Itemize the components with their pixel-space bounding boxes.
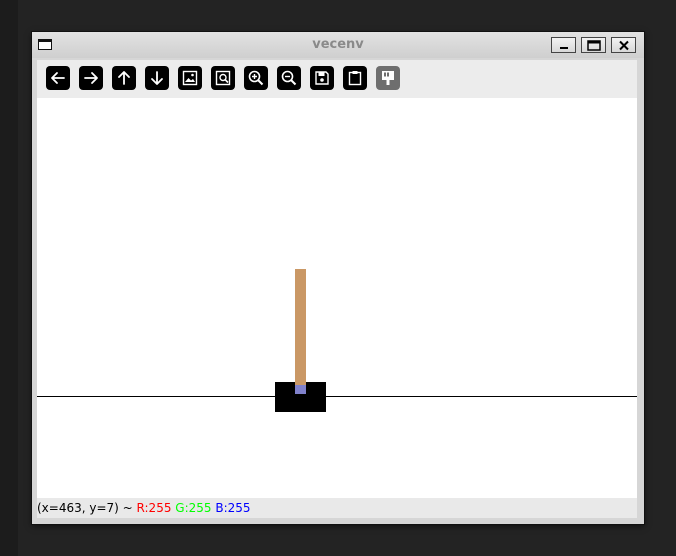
render-canvas[interactable] <box>37 98 637 498</box>
properties-icon <box>382 71 394 85</box>
pan-down-button[interactable] <box>145 66 169 90</box>
axle <box>295 385 306 394</box>
save-button[interactable] <box>310 66 334 90</box>
status-bar: (x=463, y=7) ~ R:255 G:255 B:255 <box>37 498 637 518</box>
properties-button[interactable] <box>376 66 400 90</box>
zoom-out-button[interactable] <box>277 66 301 90</box>
clipboard-icon <box>348 71 362 86</box>
arrow-down-icon <box>151 71 163 85</box>
status-red: R:255 <box>136 501 172 515</box>
copy-to-clipboard-button[interactable] <box>343 66 367 90</box>
minimize-button[interactable] <box>551 37 576 53</box>
zoom-in-button[interactable] <box>244 66 268 90</box>
arrow-left-icon <box>51 72 65 84</box>
status-blue: B:255 <box>215 501 251 515</box>
zoom-in-icon <box>248 70 264 86</box>
save-icon <box>315 71 329 85</box>
image-button[interactable] <box>178 66 202 90</box>
maximize-icon <box>586 39 601 51</box>
pan-left-button[interactable] <box>46 66 70 90</box>
pan-up-button[interactable] <box>112 66 136 90</box>
zoom-to-fit-icon <box>215 70 231 86</box>
track-line <box>37 396 637 397</box>
maximize-button[interactable] <box>581 37 606 53</box>
close-button[interactable] <box>611 37 636 53</box>
status-green: G:255 <box>175 501 212 515</box>
minimize-icon <box>559 47 568 49</box>
zoom-out-icon <box>281 70 297 86</box>
pan-right-button[interactable] <box>79 66 103 90</box>
zoom-to-fit-button[interactable] <box>211 66 235 90</box>
arrow-right-icon <box>84 72 98 84</box>
toolbar <box>37 60 637 98</box>
close-icon <box>618 40 629 50</box>
title-bar[interactable]: vecenv <box>32 32 644 58</box>
status-coords: (x=463, y=7) ~ <box>37 501 133 515</box>
desktop-edge <box>0 0 18 556</box>
arrow-up-icon <box>118 71 130 85</box>
app-window: vecenv (x=463, y=7) ~ R:255 G:255 B:255 <box>32 32 644 524</box>
pole <box>295 269 306 394</box>
image-icon <box>182 70 198 86</box>
